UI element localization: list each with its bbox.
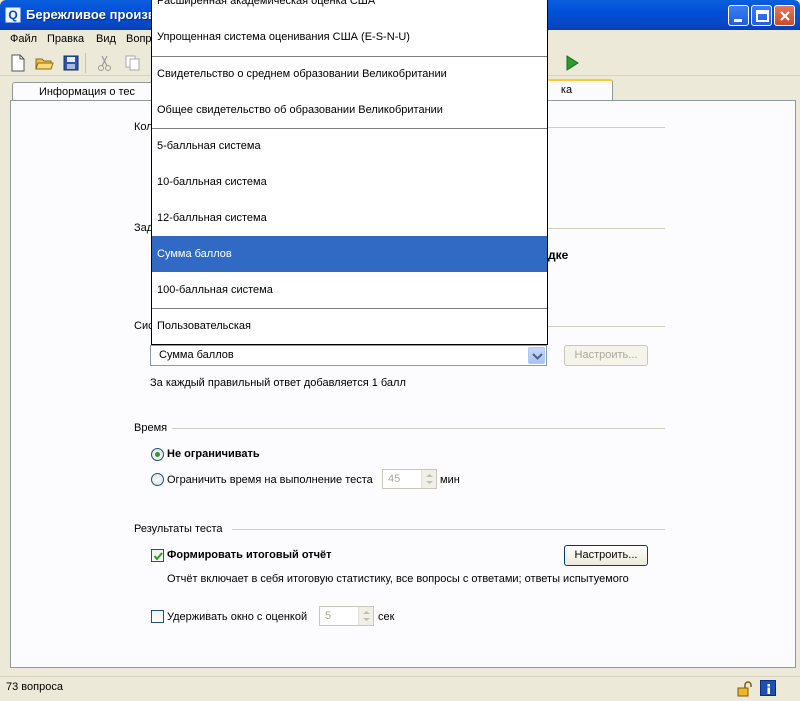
toolbar-separator [85,53,86,73]
copy-icon [125,55,140,71]
hold-seconds-stepper[interactable]: 5 [319,606,374,626]
scissors-icon [98,55,111,71]
status-bar: 73 вопроса [0,676,800,700]
stepper-arrows-icon [363,611,370,621]
menu-edit[interactable]: Правка [47,33,84,45]
checkmark-icon [153,552,163,561]
window-title: Бережливое произв [26,7,156,22]
section-divider [548,127,665,128]
grading-option[interactable]: Пользовательская [152,308,547,344]
info-button[interactable] [760,680,776,696]
new-document-icon [11,54,25,72]
time-unit: мин [440,474,460,486]
copy-button[interactable] [123,53,143,73]
grading-option[interactable]: Упрощенная система оценивания США (E-S-N… [152,19,547,55]
grading-option[interactable]: 10-балльная система [152,164,547,200]
grading-option-selected[interactable]: Сумма баллов [152,236,547,272]
grading-system-select[interactable]: Сумма баллов [150,345,547,366]
play-icon [566,55,579,71]
time-limit-radio[interactable] [151,473,164,486]
grading-option[interactable]: 5-балльная система [152,128,547,164]
time-limit-value: 45 [388,473,401,485]
run-test-button[interactable] [562,53,582,73]
close-button[interactable] [774,5,795,26]
grading-option[interactable]: 100-балльная система [152,272,547,308]
cut-button[interactable] [95,53,115,73]
new-button[interactable] [8,53,28,73]
minimize-icon [734,19,742,22]
info-icon [767,684,770,694]
dropdown-button[interactable] [528,347,545,364]
menu-view[interactable]: Вид [96,33,116,45]
app-icon: Q [5,7,21,23]
report-configure-label: Настроить... [574,549,638,561]
grading-option[interactable]: Общее свидетельство об образовании Велик… [152,92,547,128]
grading-configure-button[interactable]: Настроить... [564,345,648,366]
maximize-icon [756,10,769,22]
open-folder-icon [35,58,54,70]
section-divider [172,428,665,429]
report-label: Формировать итоговый отчёт [167,549,332,561]
chevron-down-icon [532,353,543,360]
question-count: 73 вопроса [6,681,63,693]
hold-seconds-unit: сек [378,611,395,623]
stepper-arrows-icon [426,474,433,484]
report-configure-button[interactable]: Настроить... [564,545,648,566]
grading-option[interactable]: 12-балльная система [152,200,547,236]
open-button[interactable] [34,53,54,73]
grading-system-value: Сумма баллов [159,349,234,361]
hold-seconds-value: 5 [325,610,332,622]
time-unlimited-radio[interactable] [151,448,164,461]
grading-configure-label: Настроить... [574,349,638,361]
time-limit-label: Ограничить время на выполнение теста [167,474,373,486]
results-section-header: Результаты теста [134,523,223,535]
section-divider [548,228,665,229]
grading-description: За каждый правильный ответ добавляется 1… [150,377,406,389]
hold-window-checkbox[interactable] [151,610,164,623]
section-header-fragment: Кол [134,121,153,133]
section-divider [232,529,665,530]
report-description: Отчёт включает в себя итоговую статистик… [167,573,629,585]
hold-window-label: Удерживать окно с оценкой [167,611,308,623]
close-icon [780,11,790,21]
tab-test-info[interactable]: Информация о тес [12,82,162,102]
stepper-arrows[interactable] [421,470,436,488]
menu-questions[interactable]: Вопр [126,33,152,45]
tab-active-label: ка [560,84,573,96]
unlock-icon [737,681,752,697]
save-disk-icon [63,55,79,71]
unlock-button[interactable] [736,680,754,698]
grading-system-dropdown: Расширенная академическая оценка США Упр… [151,0,548,345]
option-label-fragment: дке [548,248,569,262]
time-section-header: Время [134,422,168,434]
maximize-button[interactable] [751,5,772,26]
stepper-arrows[interactable] [358,607,373,625]
time-unlimited-label: Не ограничивать [167,448,260,460]
report-checkbox[interactable] [151,549,164,562]
menu-file[interactable]: Файл [10,33,37,45]
save-button[interactable] [61,53,81,73]
grading-option[interactable]: Расширенная академическая оценка США [152,0,547,19]
time-limit-stepper[interactable]: 45 [382,469,437,489]
minimize-button[interactable] [728,5,749,26]
tab-test-info-label: Информация о тес [38,86,136,98]
section-divider [548,326,665,327]
grading-option[interactable]: Свидетельство о среднем образовании Вели… [152,56,547,92]
